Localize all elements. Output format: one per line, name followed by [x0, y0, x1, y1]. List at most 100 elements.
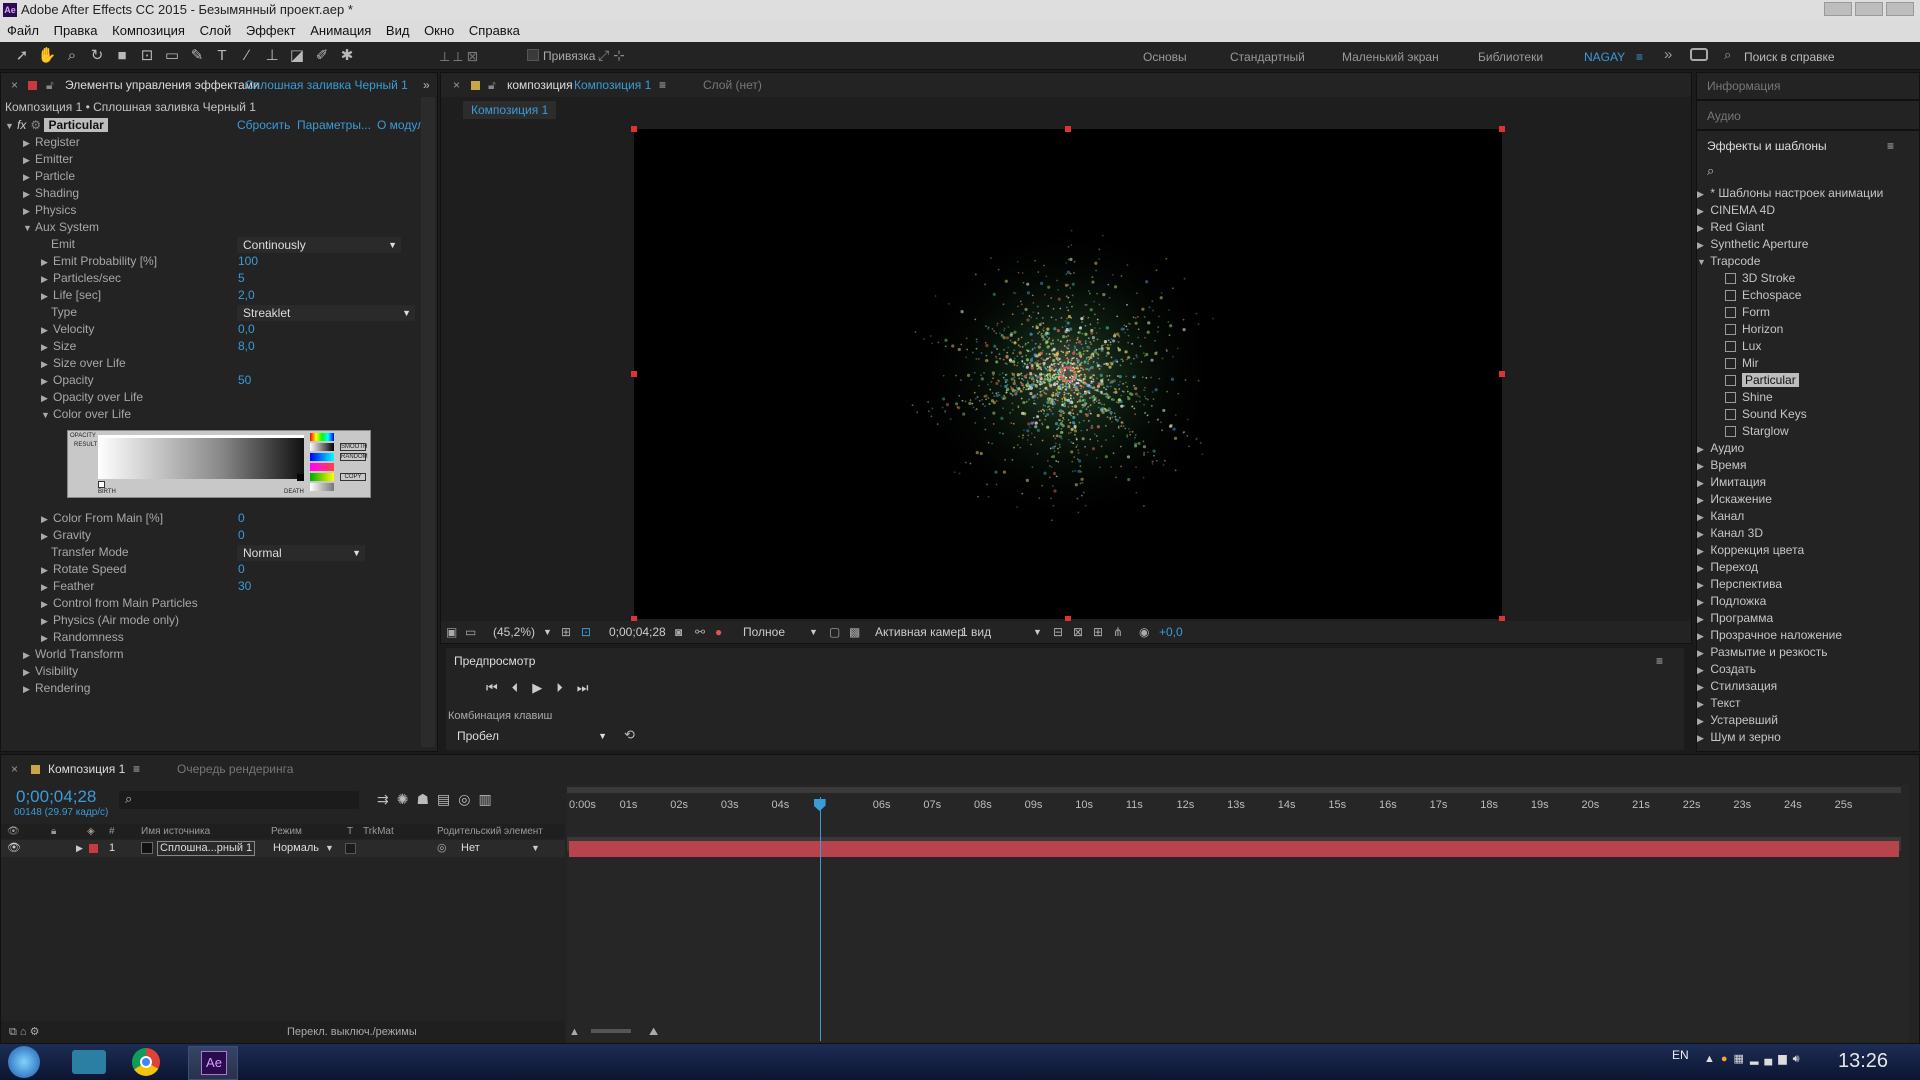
- shy-icon[interactable]: ☗: [416, 791, 437, 807]
- resolution-arrow[interactable]: ▼: [809, 621, 818, 643]
- show-snapshot-icon[interactable]: ⚯: [695, 621, 705, 643]
- preset-bw-swatch[interactable]: [310, 443, 334, 451]
- tree-category-item[interactable]: ▶ Перспектива: [1697, 576, 1782, 593]
- render-queue-tab[interactable]: Очередь рендеринга: [177, 757, 293, 781]
- layer-mode-dropdown[interactable]: Нормаль: [273, 840, 319, 857]
- rotate-tool-icon[interactable]: ↻: [86, 45, 108, 67]
- tree-category-item[interactable]: ▶ Канал 3D: [1697, 525, 1763, 542]
- safe-areas-icon[interactable]: ⊡: [581, 621, 591, 643]
- group-physics[interactable]: ▶ Physics: [23, 202, 76, 219]
- workspace-libraries[interactable]: Библиотеки: [1478, 50, 1543, 64]
- views-arrow[interactable]: ▼: [1033, 621, 1042, 643]
- tree-item-shine[interactable]: Shine: [1697, 389, 1773, 406]
- tree-item-form[interactable]: Form: [1697, 304, 1770, 321]
- camera-tool-icon[interactable]: ■: [111, 45, 133, 67]
- preset-grey-swatch[interactable]: [310, 483, 334, 491]
- birth-color-stop[interactable]: [98, 481, 105, 488]
- sync-settings-icon[interactable]: [1690, 48, 1708, 61]
- life-value[interactable]: 2,0: [238, 287, 255, 304]
- first-frame-icon[interactable]: ⏮: [486, 680, 512, 695]
- group-world-transform[interactable]: ▶ World Transform: [23, 646, 123, 663]
- effects-menu-icon[interactable]: ≡: [1887, 139, 1894, 153]
- effect-controls-scrollbar[interactable]: [421, 97, 435, 747]
- current-time-indicator[interactable]: [819, 797, 821, 1041]
- close-button[interactable]: [1886, 2, 1914, 16]
- layer-mode-arrow[interactable]: ▼: [325, 840, 334, 857]
- group-aux-system[interactable]: ▼ Aux System: [23, 219, 99, 236]
- tree-category-item[interactable]: ▶ Подложка: [1697, 593, 1766, 610]
- parent-column[interactable]: Родительский элемент: [437, 824, 543, 839]
- group-shading[interactable]: ▶ Shading: [23, 185, 79, 202]
- tree-item-cinema4d[interactable]: ▶ CINEMA 4D: [1697, 202, 1775, 219]
- menu-composition[interactable]: Композиция: [112, 23, 189, 38]
- trkmat-column[interactable]: TrkMat: [363, 824, 394, 839]
- effect-controls-tab[interactable]: × 🔓︎ Элементы управления эффектами Сплош…: [1, 73, 437, 97]
- bounding-handle[interactable]: [1499, 371, 1505, 377]
- tree-item-red-giant[interactable]: ▶ Red Giant: [1697, 219, 1764, 236]
- prop-color-from-main[interactable]: ▶ Color From Main [%]: [41, 510, 163, 527]
- tree-item-horizon[interactable]: Horizon: [1697, 321, 1783, 338]
- fx-icon[interactable]: fx: [17, 118, 26, 132]
- eraser-tool-icon[interactable]: ◪: [286, 45, 308, 67]
- tab-menu-icon[interactable]: ≡: [659, 73, 666, 97]
- layer-switches-icon[interactable]: ⧉ ⌂ ⚙: [9, 1021, 39, 1043]
- language-indicator[interactable]: EN: [1672, 1048, 1689, 1062]
- prop-particles-sec[interactable]: ▶ Particles/sec: [41, 270, 121, 287]
- tray-expand-icon[interactable]: ▲: [1704, 1053, 1721, 1065]
- prev-frame-icon[interactable]: ⏴: [512, 680, 533, 695]
- workspace-menu-icon[interactable]: ≡: [1636, 50, 1643, 64]
- tree-category-item[interactable]: ▶ Аудио: [1697, 440, 1744, 457]
- bounding-handle[interactable]: [1499, 126, 1505, 132]
- tree-category-item[interactable]: ▶ Устаревший: [1697, 712, 1778, 729]
- comp-mini-flowchart-icon[interactable]: ⇉: [377, 791, 397, 807]
- taskbar-ae-item[interactable]: Ae: [188, 1046, 238, 1080]
- prop-life[interactable]: ▶ Life [sec]: [41, 287, 101, 304]
- menu-layer[interactable]: Слой: [200, 23, 236, 38]
- effects-search-icon[interactable]: ⌕: [1707, 163, 1714, 179]
- prop-color-over-life[interactable]: ▼ Color over Life: [41, 406, 131, 423]
- display-icon[interactable]: ▭: [465, 621, 476, 643]
- work-area-bar[interactable]: [567, 787, 1901, 793]
- zoom-in-icon[interactable]: ⛰: [649, 1021, 658, 1043]
- menu-view[interactable]: Вид: [386, 23, 414, 38]
- preserve-transparency-checkbox[interactable]: [345, 843, 356, 854]
- tree-category-item[interactable]: ▶ Переход: [1697, 559, 1758, 576]
- text-tool-icon[interactable]: T: [211, 45, 233, 67]
- size-value[interactable]: 8,0: [238, 338, 255, 355]
- last-frame-icon[interactable]: ⏭: [577, 680, 603, 695]
- resolution-dropdown[interactable]: Полное: [743, 621, 785, 643]
- selection-tool-icon[interactable]: ➚: [11, 45, 33, 67]
- brush-tool-icon[interactable]: ∕: [236, 45, 258, 67]
- layer-viewer-tab[interactable]: Слой (нет): [703, 73, 762, 97]
- graph-editor-icon[interactable]: ▥: [478, 791, 499, 807]
- velocity-value[interactable]: 0,0: [238, 321, 255, 338]
- rotate-speed-value[interactable]: 0: [238, 561, 245, 578]
- mode-column[interactable]: Режим: [271, 824, 302, 839]
- timeline-icon[interactable]: ⊞: [1093, 621, 1103, 643]
- channels-icon[interactable]: ●: [715, 621, 722, 643]
- opacity-value[interactable]: 50: [238, 372, 251, 389]
- puppet-pin-tool-icon[interactable]: ✱: [336, 45, 358, 67]
- exposure-value[interactable]: +0,0: [1159, 621, 1183, 643]
- tree-category-item[interactable]: ▶ Искажение: [1697, 491, 1772, 508]
- maximize-button[interactable]: [1855, 2, 1883, 16]
- preset-blue-swatch[interactable]: [310, 453, 334, 461]
- prop-opacity-over-life[interactable]: ▶ Opacity over Life: [41, 389, 143, 406]
- tree-category-item[interactable]: ▶ Стилизация: [1697, 678, 1777, 695]
- pan-behind-tool-icon[interactable]: ⊡: [136, 45, 158, 67]
- layer-row[interactable]: 👁︎ ▶ 1 Сплошна...рный 1 Нормаль ▼ ◎ Нет …: [1, 840, 565, 857]
- menu-window[interactable]: Окно: [424, 23, 458, 38]
- fast-previews-icon[interactable]: ⊠: [1073, 621, 1083, 643]
- tree-category-item[interactable]: ▶ Прозрачное наложение: [1697, 627, 1842, 644]
- tab-menu-icon[interactable]: ≡: [133, 757, 140, 781]
- more-workspaces-icon[interactable]: »: [1664, 46, 1672, 63]
- tree-category-item[interactable]: ▶ Текст: [1697, 695, 1741, 712]
- comp-viewer[interactable]: [631, 126, 1505, 622]
- zoom-dropdown[interactable]: (45,2%): [493, 621, 535, 643]
- parent-dropdown[interactable]: Нет: [461, 840, 480, 857]
- grid-icon[interactable]: ⊞: [561, 621, 571, 643]
- bounding-handle[interactable]: [1065, 126, 1071, 132]
- emit-probability-value[interactable]: 100: [238, 253, 258, 270]
- region-of-interest-icon[interactable]: ▢: [829, 621, 840, 643]
- time-ruler[interactable]: 0:00s 01s 02s 03s 04s 06s 07s 08s 09s 10s 11s 12s 13…: [567, 799, 1901, 815]
